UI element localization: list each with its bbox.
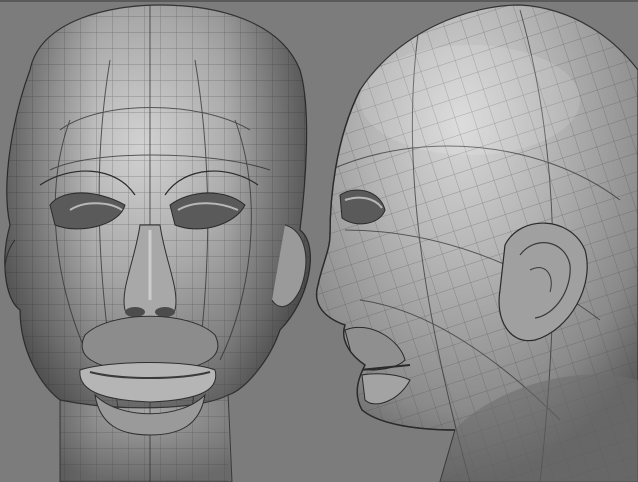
side-view-head: [315, 4, 638, 482]
3d-viewport[interactable]: [0, 0, 638, 482]
front-view-head: [4, 4, 311, 482]
wireframe-render: [4, 4, 638, 482]
